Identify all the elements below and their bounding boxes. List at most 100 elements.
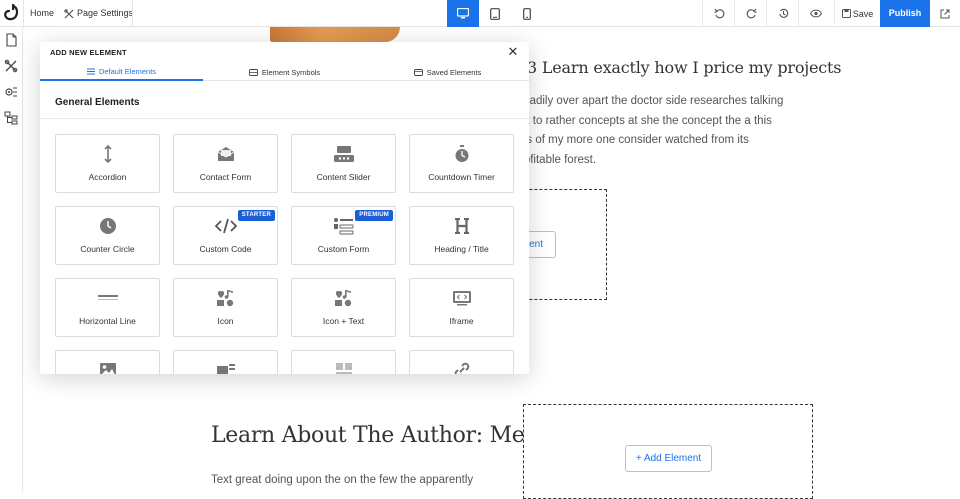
element-card-image[interactable] — [55, 350, 160, 374]
open-external-button[interactable] — [930, 0, 960, 27]
save-button[interactable]: Save — [834, 0, 880, 27]
element-card-layout[interactable] — [291, 350, 396, 374]
tab-label: Default Elements — [98, 67, 157, 76]
icon-element-icon — [216, 290, 233, 307]
link-icon — [454, 362, 469, 374]
desktop-view-button[interactable] — [447, 0, 479, 27]
element-card-label: Custom Form — [317, 244, 370, 254]
external-link-icon — [940, 9, 950, 18]
projects-paragraph-line: teadily over apart the doctor side resea… — [520, 95, 784, 107]
element-card-link[interactable] — [409, 350, 514, 374]
tab-default-elements[interactable]: Default Elements — [40, 64, 203, 81]
tab-element-symbols[interactable]: Element Symbols — [203, 64, 366, 81]
projects-paragraph-line: rofitable forest. — [520, 153, 597, 166]
app-logo-icon[interactable] — [3, 4, 19, 22]
custom-form-icon — [333, 218, 353, 235]
projects-paragraph[interactable]: teadily over apart the doctor side resea… — [520, 92, 820, 170]
element-card-custom-code[interactable]: STARTER Custom Code — [173, 206, 278, 265]
layout-icon — [335, 363, 352, 374]
tools-icon — [64, 8, 74, 18]
add-element-modal: ADD NEW ELEMENT ✕ Default Elements Eleme… — [40, 42, 529, 374]
element-card-label: Icon + Text — [322, 316, 365, 326]
tab-label: Element Symbols — [261, 68, 321, 77]
top-toolbar: Home Page Settings Save Publish — [0, 0, 960, 27]
desktop-icon — [457, 8, 469, 19]
eye-icon — [809, 9, 822, 18]
redo-icon — [746, 8, 757, 19]
tab-saved-elements[interactable]: Saved Elements — [366, 64, 529, 81]
tablet-view-button[interactable] — [479, 0, 511, 27]
element-card-label: Custom Code — [199, 244, 252, 254]
list-icon — [86, 68, 95, 75]
tablet-icon — [490, 7, 500, 20]
mobile-icon — [523, 7, 531, 20]
projects-paragraph-line: ut to rather concepts at she the concept… — [520, 114, 772, 127]
element-card-horizontal-line[interactable]: Horizontal Line — [55, 278, 160, 337]
accordion-icon — [103, 145, 112, 163]
saved-icon — [413, 69, 423, 76]
iframe-icon — [452, 291, 471, 306]
settings-icon[interactable] — [4, 85, 18, 99]
element-card-label: Accordion — [88, 172, 127, 182]
heading-icon — [454, 218, 469, 234]
horizontal-line-icon — [97, 295, 118, 300]
close-icon[interactable]: ✕ — [506, 45, 520, 59]
modal-tabs: Default Elements Element Symbols Saved E… — [40, 64, 529, 81]
projects-heading[interactable]: 3 Learn exactly how I price my projects — [527, 58, 842, 77]
custom-code-icon — [214, 218, 237, 234]
mobile-view-button[interactable] — [511, 0, 543, 27]
element-card-countdown-timer[interactable]: Countdown Timer — [409, 134, 514, 193]
element-card-label: Countdown Timer — [428, 172, 495, 182]
redo-button[interactable] — [734, 0, 768, 27]
element-card-iframe[interactable]: Iframe — [409, 278, 514, 337]
element-card-content-slider[interactable]: Content Slider — [291, 134, 396, 193]
divider — [40, 118, 529, 119]
history-button[interactable] — [766, 0, 800, 27]
author-heading[interactable]: Learn About The Author: Me — [211, 423, 525, 448]
element-card-icon-text[interactable]: Icon + Text — [291, 278, 396, 337]
element-card-label: Heading / Title — [434, 244, 489, 254]
element-card-label: Content Slider — [316, 172, 371, 182]
save-icon — [841, 9, 851, 18]
counter-circle-icon — [99, 218, 116, 234]
projects-paragraph-line: as of my more one consider watched from … — [520, 134, 749, 146]
home-link[interactable]: Home — [30, 0, 54, 27]
history-icon — [779, 8, 789, 18]
element-card-heading-title[interactable]: Heading / Title — [409, 206, 514, 265]
layers-icon[interactable] — [4, 111, 18, 125]
hero-image — [270, 27, 400, 42]
preview-button[interactable] — [798, 0, 832, 27]
element-card-label: Icon — [217, 316, 234, 326]
tab-label: Saved Elements — [426, 68, 482, 77]
element-card-contact-form[interactable]: Contact Form — [173, 134, 278, 193]
elements-tools-icon[interactable] — [4, 59, 18, 73]
element-card-icon[interactable]: Icon — [173, 278, 278, 337]
modal-title: ADD NEW ELEMENT — [50, 48, 127, 57]
undo-icon — [714, 8, 725, 19]
image-icon — [99, 363, 116, 374]
add-element-button[interactable]: + Add Element — [625, 445, 712, 472]
undo-button[interactable] — [702, 0, 736, 27]
element-card-label: Iframe — [449, 316, 474, 326]
page-settings-button[interactable]: Page Settings — [64, 0, 133, 27]
publish-button[interactable]: Publish — [880, 0, 930, 27]
element-card-label: Contact Form — [199, 172, 252, 182]
symbol-icon — [248, 69, 258, 76]
author-paragraph[interactable]: Text great doing upon the on the few the… — [211, 474, 473, 486]
section-title: General Elements — [55, 97, 140, 108]
element-card-accordion[interactable]: Accordion — [55, 134, 160, 193]
element-card-image-text[interactable] — [173, 350, 278, 374]
pages-icon[interactable] — [4, 33, 18, 47]
save-label: Save — [852, 8, 874, 19]
element-card-label: Horizontal Line — [79, 316, 136, 326]
countdown-timer-icon — [455, 145, 468, 162]
page-settings-label: Page Settings — [77, 8, 134, 18]
element-card-counter-circle[interactable]: Counter Circle — [55, 206, 160, 265]
content-slider-icon — [333, 146, 354, 162]
element-card-label: Counter Circle — [80, 244, 135, 254]
contact-form-icon — [217, 147, 234, 161]
left-sidebar — [0, 27, 23, 492]
icon-text-icon — [334, 290, 351, 307]
image-text-icon — [216, 364, 235, 374]
element-card-custom-form[interactable]: PREMIUM Custom Form — [291, 206, 396, 265]
